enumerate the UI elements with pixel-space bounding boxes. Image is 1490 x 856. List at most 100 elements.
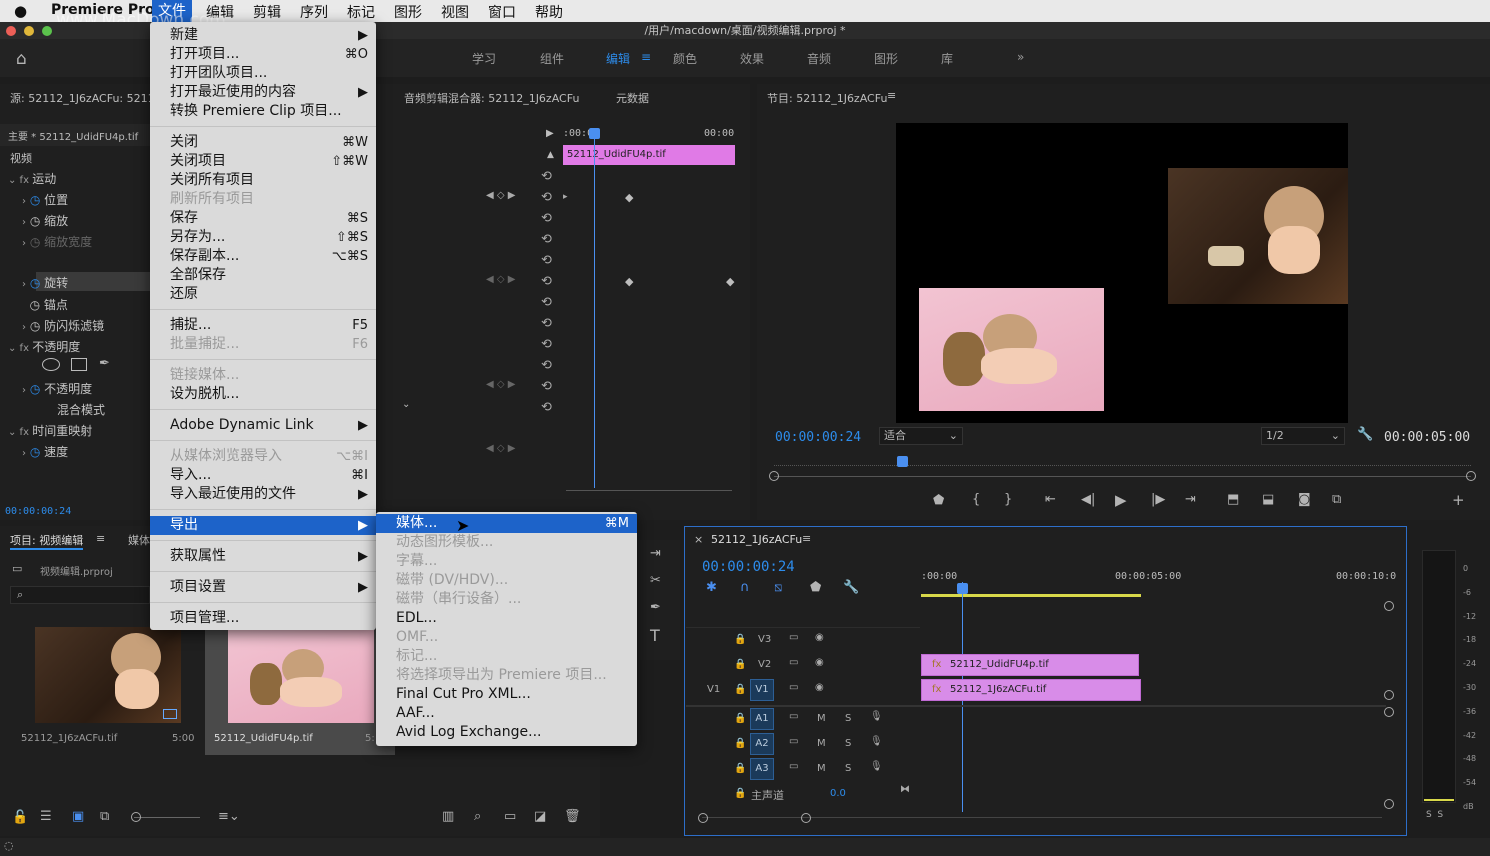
icon-view-icon[interactable]: ▣ <box>72 809 84 824</box>
solo-buttons[interactable]: S S <box>1426 810 1443 820</box>
hamburger-icon[interactable]: ≡ <box>641 50 651 64</box>
file-menu-item[interactable]: 关闭 ⌘W <box>150 133 376 152</box>
menu-graphics[interactable]: 图形 <box>394 2 422 22</box>
camera-icon[interactable]: ◙ <box>1298 492 1311 507</box>
effect-time-remap[interactable]: ⌄ fx 时间重映射 <box>8 422 92 439</box>
project-search-input[interactable]: ⌕ <box>10 586 150 604</box>
file-menu-item[interactable]: 打开团队项目... <box>150 64 376 83</box>
menu-clip[interactable]: 剪辑 <box>253 2 281 22</box>
scroll-handle-left[interactable] <box>698 813 708 823</box>
program-ruler[interactable] <box>774 456 1471 466</box>
apple-icon[interactable]: ● <box>14 2 27 20</box>
reset-icons[interactable]: ⟲ ⟲ ⟲ ⟲ ⟲ ⟲ ⟲ ⟲ ⟲ ⟲ ⟲ ⟲ <box>541 166 552 418</box>
timeline-timecode[interactable]: 00:00:00:24 <box>702 559 795 575</box>
add-button-icon[interactable]: + <box>1452 491 1465 509</box>
menu-sequence[interactable]: 序列 <box>300 2 328 22</box>
program-playhead[interactable] <box>897 456 908 467</box>
file-menu-item[interactable]: 项目管理... <box>150 609 376 628</box>
param-speed[interactable]: › ◷ 速度 <box>22 443 68 460</box>
menu-help[interactable]: 帮助 <box>535 2 563 22</box>
file-menu-item[interactable]: 转换 Premiere Clip 项目... <box>150 102 376 121</box>
extract-icon[interactable]: ⬓ <box>1262 492 1274 507</box>
keyframe-nav-speed[interactable]: ◀ ◇ ▶ <box>486 443 515 454</box>
param-scale[interactable]: › ◷ 缩放 <box>22 212 68 229</box>
workspace-libraries[interactable]: 库 <box>941 50 953 67</box>
wrench-icon[interactable]: 🔧 <box>1357 427 1373 442</box>
tab-sequence[interactable]: 52112_1J6zACFu <box>711 533 802 546</box>
trash-icon[interactable]: 🗑 <box>564 809 581 824</box>
tab-program[interactable]: 节目: 52112_1J6zACFu <box>767 90 887 106</box>
export-menu-item[interactable]: Avid Log Exchange... <box>376 723 637 742</box>
param-opacity[interactable]: › ◷ 不透明度 <box>22 380 92 397</box>
pen-tool-icon[interactable]: ✒ <box>650 600 661 615</box>
fit-dropdown[interactable]: 适合 ⌄ <box>879 427 963 445</box>
zoom-handle-right[interactable] <box>1466 471 1476 481</box>
tab-metadata[interactable]: 元数据 <box>616 90 649 106</box>
pen-mask-icon[interactable]: ✒ <box>99 356 110 371</box>
workspace-learn[interactable]: 学习 <box>472 50 496 67</box>
file-menu-item[interactable]: 设为脱机... <box>150 385 376 404</box>
clip-v2[interactable]: fx 52112_UdidFU4p.tif <box>921 654 1139 676</box>
vscroll-handle[interactable] <box>1384 690 1394 700</box>
clip-v1[interactable]: fx 52112_1J6zACFu.tif <box>921 679 1141 701</box>
keyframe-nav-opacity[interactable]: ◀ ◇ ▶ <box>486 379 515 390</box>
workspace-editing[interactable]: 编辑 <box>606 50 630 67</box>
linked-selection-icon[interactable]: ⧅ <box>774 580 782 595</box>
close-sequence-icon[interactable]: × <box>694 533 703 546</box>
effect-opacity[interactable]: ⌄ fx 不透明度 <box>8 338 80 355</box>
file-menu-item[interactable]: 打开项目... ⌘O <box>150 45 376 64</box>
home-icon[interactable]: ⌂ <box>16 49 27 69</box>
menu-view[interactable]: 视图 <box>441 2 469 22</box>
snap-icon[interactable]: ∩ <box>740 580 750 595</box>
export-menu-item[interactable]: AAF... <box>376 704 637 723</box>
sort-icon[interactable]: ≡⌄ <box>218 809 240 824</box>
keyframe-marker[interactable]: ◆ <box>625 275 633 288</box>
freeform-view-icon[interactable]: ⧉ <box>100 809 109 824</box>
razor-icon[interactable]: ✂ <box>650 573 661 588</box>
file-menu-item[interactable]: 打开最近使用的内容 ▶ <box>150 83 376 102</box>
timeline-settings-icon[interactable]: 🔧 <box>843 580 859 595</box>
source-patch-v1[interactable]: V1 <box>707 684 720 695</box>
param-antiflicker[interactable]: › ◷ 防闪烁滤镜 <box>22 317 104 334</box>
param-rotation[interactable]: › ◷ 旋转 <box>22 274 68 291</box>
workspace-assembly[interactable]: 组件 <box>540 50 564 67</box>
add-marker-icon[interactable]: ⬟ <box>810 580 821 595</box>
lock-icon[interactable]: 🔓 <box>12 810 28 825</box>
work-area-bar[interactable] <box>921 594 1141 597</box>
zoom-window-button[interactable] <box>42 26 52 36</box>
go-to-out-icon[interactable]: ⇥ <box>1185 492 1196 507</box>
timeline-playhead-handle[interactable] <box>957 583 968 594</box>
file-menu-item[interactable]: 捕捉... F5 <box>150 316 376 335</box>
vscroll-handle[interactable] <box>1384 707 1394 717</box>
thumb-52112-1J6zACFu[interactable] <box>35 627 181 723</box>
workspace-graphics[interactable]: 图形 <box>874 50 898 67</box>
keyframe-nav-position[interactable]: ◀ ◇ ▶ <box>486 190 515 201</box>
minimize-window-button[interactable] <box>24 26 34 36</box>
file-menu-item[interactable]: 导出 ▶ <box>150 516 376 535</box>
quality-dropdown[interactable]: 1/2 ⌄ <box>1261 427 1345 445</box>
workspace-audio[interactable]: 音频 <box>807 50 831 67</box>
panel-menu-icon[interactable]: ≡ <box>887 89 896 102</box>
export-menu-item[interactable]: EDL... <box>376 609 637 628</box>
file-menu-item[interactable]: 关闭项目 ⇧⌘W <box>150 152 376 171</box>
program-timecode[interactable]: 00:00:00:24 <box>775 430 861 445</box>
blend-dropdown-icon[interactable]: ⌄ <box>402 399 416 410</box>
keyframe-marker[interactable]: ◆ <box>726 275 734 288</box>
menu-marker[interactable]: 标记 <box>347 2 375 22</box>
new-item-icon[interactable]: ◪ <box>534 809 546 824</box>
step-forward-icon[interactable]: |▶ <box>1151 492 1165 507</box>
ec-playhead[interactable] <box>594 132 595 488</box>
slider-handle[interactable] <box>131 812 141 822</box>
ellipse-mask-icon[interactable] <box>42 358 60 371</box>
file-menu-item[interactable]: 项目设置 ▶ <box>150 578 376 597</box>
zoom-handle-left[interactable] <box>769 471 779 481</box>
tab-media-browser[interactable]: 媒体 <box>128 532 150 548</box>
param-anchor[interactable]: ◷ 锚点 <box>22 296 68 313</box>
file-menu-item[interactable]: 新建 ▶ <box>150 26 376 45</box>
panel-menu-icon[interactable]: ≡ <box>802 532 811 545</box>
keyframe-marker[interactable]: ▸ <box>563 192 568 202</box>
track-select-icon[interactable]: ⇥ <box>650 546 661 561</box>
play-icon[interactable]: ▶ <box>1115 491 1127 509</box>
param-blend-mode[interactable]: 混合模式 <box>57 401 105 418</box>
workspace-color[interactable]: 颜色 <box>673 50 697 67</box>
